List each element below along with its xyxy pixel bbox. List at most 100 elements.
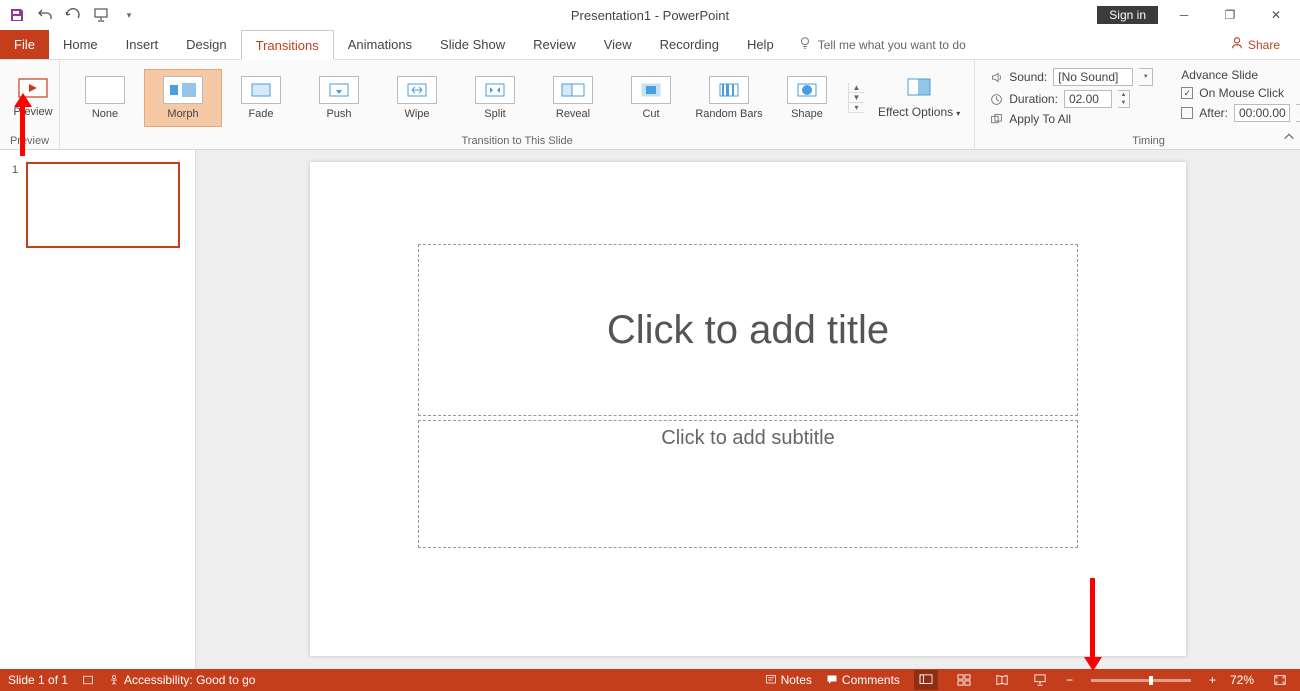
tab-design[interactable]: Design: [172, 30, 240, 59]
reveal-icon: [553, 76, 593, 104]
present-from-start-icon[interactable]: [92, 6, 110, 24]
transition-shape-label: Shape: [791, 108, 823, 120]
slideshow-view-icon[interactable]: [1028, 670, 1052, 690]
transition-push[interactable]: Push: [300, 69, 378, 127]
tab-home[interactable]: Home: [49, 30, 112, 59]
undo-icon[interactable]: [36, 6, 54, 24]
zoom-out-button[interactable]: −: [1066, 673, 1073, 687]
subtitle-placeholder-text: Click to add subtitle: [661, 427, 834, 450]
transition-none-label: None: [92, 108, 118, 120]
sound-select[interactable]: [No Sound]: [1053, 68, 1133, 86]
after-input[interactable]: 00:00.00: [1234, 104, 1290, 122]
tab-recording[interactable]: Recording: [646, 30, 733, 59]
effect-options-icon: [903, 77, 935, 101]
gallery-down-icon[interactable]: ▼: [849, 93, 864, 103]
tab-help[interactable]: Help: [733, 30, 788, 59]
apply-to-all-button[interactable]: Apply To All: [989, 112, 1153, 126]
fit-to-window-icon[interactable]: [1268, 670, 1292, 690]
slide-thumbnail-1[interactable]: 1: [26, 162, 180, 248]
slider-knob[interactable]: [1149, 676, 1153, 685]
effect-options-label: Effect Options ▾: [878, 105, 960, 119]
language-button[interactable]: [82, 674, 94, 686]
accessibility-button[interactable]: Accessibility: Good to go: [108, 673, 255, 687]
tab-file[interactable]: File: [0, 30, 49, 59]
share-button[interactable]: Share: [1230, 30, 1300, 59]
transition-fade[interactable]: Fade: [222, 69, 300, 127]
transition-group-label: Transition to This Slide: [60, 135, 974, 149]
effect-options-button[interactable]: Effect Options ▾: [870, 73, 968, 123]
preview-group-label: Preview: [0, 135, 59, 149]
sound-label: Sound:: [1009, 70, 1047, 84]
tell-me-search[interactable]: Tell me what you want to do: [788, 30, 966, 59]
after-value: 00:00.00: [1239, 106, 1286, 120]
sound-value: [No Sound]: [1058, 70, 1118, 84]
checkbox-checked-icon: ✓: [1181, 87, 1193, 99]
ribbon-tabs: File Home Insert Design Transitions Anim…: [0, 30, 1300, 60]
subtitle-placeholder[interactable]: Click to add subtitle: [418, 420, 1078, 548]
title-placeholder[interactable]: Click to add title: [418, 244, 1078, 416]
duration-value: 02.00: [1069, 92, 1099, 106]
ribbon: Preview Preview None Morph Fad: [0, 60, 1300, 150]
close-button[interactable]: ✕: [1256, 1, 1296, 29]
transition-morph[interactable]: Morph: [144, 69, 222, 127]
checkbox-empty-icon: [1181, 107, 1193, 119]
slide-canvas-wrap: Click to add title Click to add subtitle: [196, 150, 1300, 669]
sorter-view-icon[interactable]: [952, 670, 976, 690]
sign-in-button[interactable]: Sign in: [1097, 6, 1158, 24]
redo-icon[interactable]: [64, 6, 82, 24]
slide-canvas[interactable]: Click to add title Click to add subtitle: [310, 162, 1186, 656]
maximize-button[interactable]: ❐: [1210, 1, 1250, 29]
chevron-down-icon[interactable]: ▼: [1118, 99, 1129, 107]
zoom-slider[interactable]: [1091, 679, 1191, 682]
tab-slideshow[interactable]: Slide Show: [426, 30, 519, 59]
collapse-ribbon-icon[interactable]: [1282, 130, 1296, 147]
comments-button[interactable]: Comments: [826, 673, 900, 687]
tab-transitions[interactable]: Transitions: [241, 30, 334, 60]
tab-view[interactable]: View: [590, 30, 646, 59]
transition-split-label: Split: [484, 108, 505, 120]
zoom-in-button[interactable]: +: [1209, 673, 1216, 687]
normal-view-icon[interactable]: [914, 670, 938, 690]
morph-icon: [163, 76, 203, 104]
transition-split[interactable]: Split: [456, 69, 534, 127]
after-label: After:: [1199, 106, 1228, 120]
after-checkbox[interactable]: After: 00:00.00 ▲▼: [1181, 104, 1300, 122]
after-spinner[interactable]: ▲▼: [1296, 104, 1300, 122]
transition-shape[interactable]: Shape: [768, 69, 846, 127]
notes-button[interactable]: Notes: [765, 673, 812, 687]
transition-wipe[interactable]: Wipe: [378, 69, 456, 127]
tab-review[interactable]: Review: [519, 30, 590, 59]
advance-slide-label: Advance Slide: [1181, 68, 1300, 82]
qat-more-icon[interactable]: ▾: [120, 6, 138, 24]
minimize-button[interactable]: ─: [1164, 1, 1204, 29]
transition-gallery: None Morph Fade Push: [66, 69, 846, 127]
share-label: Share: [1248, 38, 1280, 52]
transition-randombars[interactable]: Random Bars: [690, 69, 768, 127]
gallery-more-icon[interactable]: ▾: [849, 103, 864, 113]
transition-none[interactable]: None: [66, 69, 144, 127]
thumb-number: 1: [12, 164, 18, 176]
push-icon: [319, 76, 359, 104]
reading-view-icon[interactable]: [990, 670, 1014, 690]
on-mouse-click-checkbox[interactable]: ✓ On Mouse Click: [1181, 86, 1300, 100]
apply-all-icon: [989, 112, 1003, 126]
transition-randombars-label: Random Bars: [695, 108, 762, 120]
gallery-up-icon[interactable]: ▲: [849, 83, 864, 93]
transition-morph-label: Morph: [167, 108, 198, 120]
split-icon: [475, 76, 515, 104]
chevron-up-icon[interactable]: ▲: [1118, 91, 1129, 99]
transition-cut[interactable]: Cut: [612, 69, 690, 127]
zoom-level[interactable]: 72%: [1230, 673, 1254, 687]
transition-reveal-label: Reveal: [556, 108, 590, 120]
sound-icon: [989, 70, 1003, 84]
duration-input[interactable]: 02.00: [1064, 90, 1112, 108]
tab-insert[interactable]: Insert: [112, 30, 173, 59]
duration-spinner[interactable]: ▲▼: [1118, 90, 1130, 108]
save-icon[interactable]: [8, 6, 26, 24]
accessibility-label: Accessibility: Good to go: [124, 673, 255, 687]
sound-dropdown-icon[interactable]: ▼: [1139, 68, 1153, 86]
transition-reveal[interactable]: Reveal: [534, 69, 612, 127]
slide-panel: 1: [0, 150, 196, 669]
cut-icon: [631, 76, 671, 104]
tab-animations[interactable]: Animations: [334, 30, 426, 59]
